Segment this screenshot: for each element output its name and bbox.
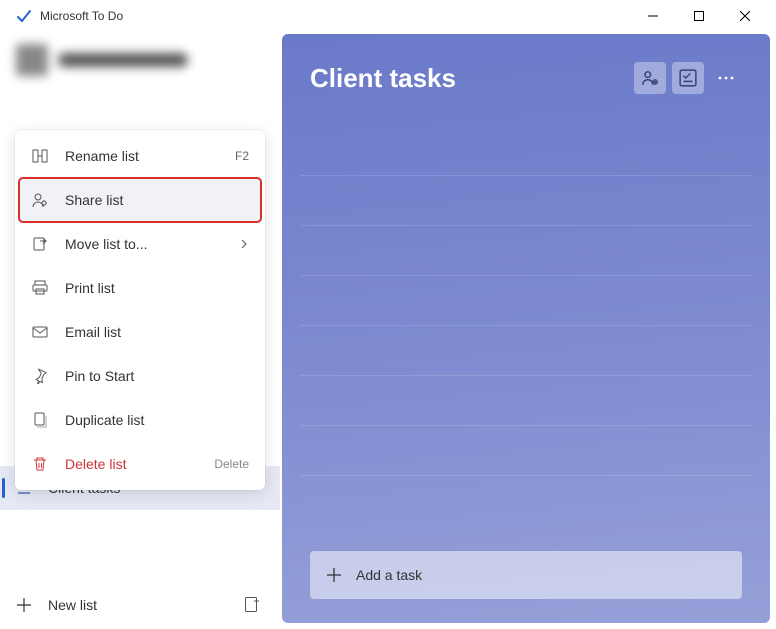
- add-task-input[interactable]: Add a task: [310, 551, 742, 599]
- menu-label: Rename list: [65, 148, 219, 164]
- menu-move-list[interactable]: Move list to...: [19, 222, 261, 266]
- task-row-placeholder: [300, 126, 752, 176]
- pin-icon: [31, 367, 49, 385]
- menu-label: Move list to...: [65, 236, 223, 252]
- new-list-label: New list: [48, 597, 97, 613]
- menu-label: Duplicate list: [65, 412, 249, 428]
- app-icon: [16, 8, 32, 24]
- menu-label: Share list: [65, 192, 249, 208]
- print-icon: [31, 279, 49, 297]
- chevron-right-icon: [239, 239, 249, 249]
- menu-label: Print list: [65, 280, 249, 296]
- task-row-placeholder: [300, 326, 752, 376]
- plus-icon: [16, 597, 32, 613]
- minimize-button[interactable]: [630, 0, 676, 32]
- menu-shortcut: F2: [235, 149, 249, 163]
- titlebar: Microsoft To Do: [0, 0, 776, 32]
- plus-icon: [326, 567, 342, 583]
- add-task-placeholder: Add a task: [356, 567, 422, 583]
- menu-email-list[interactable]: Email list: [19, 310, 261, 354]
- context-menu: Rename list F2 Share list Move list to..…: [15, 130, 265, 490]
- sidebar: Client tasks New list Rename list F2: [0, 32, 280, 629]
- menu-print-list[interactable]: Print list: [19, 266, 261, 310]
- menu-label: Email list: [65, 324, 249, 340]
- page-title: Client tasks: [310, 63, 628, 94]
- main-panel: Client tasks Add a task: [282, 34, 770, 623]
- suggestions-button[interactable]: [672, 62, 704, 94]
- menu-shortcut: Delete: [214, 457, 249, 471]
- task-area: [300, 106, 752, 551]
- menu-delete-list[interactable]: Delete list Delete: [19, 442, 261, 486]
- menu-share-list[interactable]: Share list: [19, 178, 261, 222]
- menu-label: Pin to Start: [65, 368, 249, 384]
- rename-icon: [31, 147, 49, 165]
- profile-section[interactable]: [0, 32, 280, 88]
- menu-pin-to-start[interactable]: Pin to Start: [19, 354, 261, 398]
- avatar: [16, 44, 48, 76]
- maximize-button[interactable]: [676, 0, 722, 32]
- task-row-placeholder: [300, 426, 752, 476]
- close-button[interactable]: [722, 0, 768, 32]
- task-row-placeholder: [300, 376, 752, 426]
- task-row-placeholder: [300, 276, 752, 326]
- duplicate-icon: [31, 411, 49, 429]
- new-group-button[interactable]: [244, 596, 264, 614]
- task-row-placeholder: [300, 176, 752, 226]
- profile-name: [58, 53, 188, 67]
- app-title: Microsoft To Do: [40, 9, 123, 23]
- move-icon: [31, 235, 49, 253]
- email-icon: [31, 323, 49, 341]
- menu-label: Delete list: [65, 456, 198, 472]
- delete-icon: [31, 455, 49, 473]
- task-row-placeholder: [300, 226, 752, 276]
- share-icon: [31, 191, 49, 209]
- list-options-button[interactable]: [710, 62, 742, 94]
- menu-rename-list[interactable]: Rename list F2: [19, 134, 261, 178]
- share-button[interactable]: [634, 62, 666, 94]
- menu-duplicate-list[interactable]: Duplicate list: [19, 398, 261, 442]
- new-list-button[interactable]: New list: [16, 597, 244, 613]
